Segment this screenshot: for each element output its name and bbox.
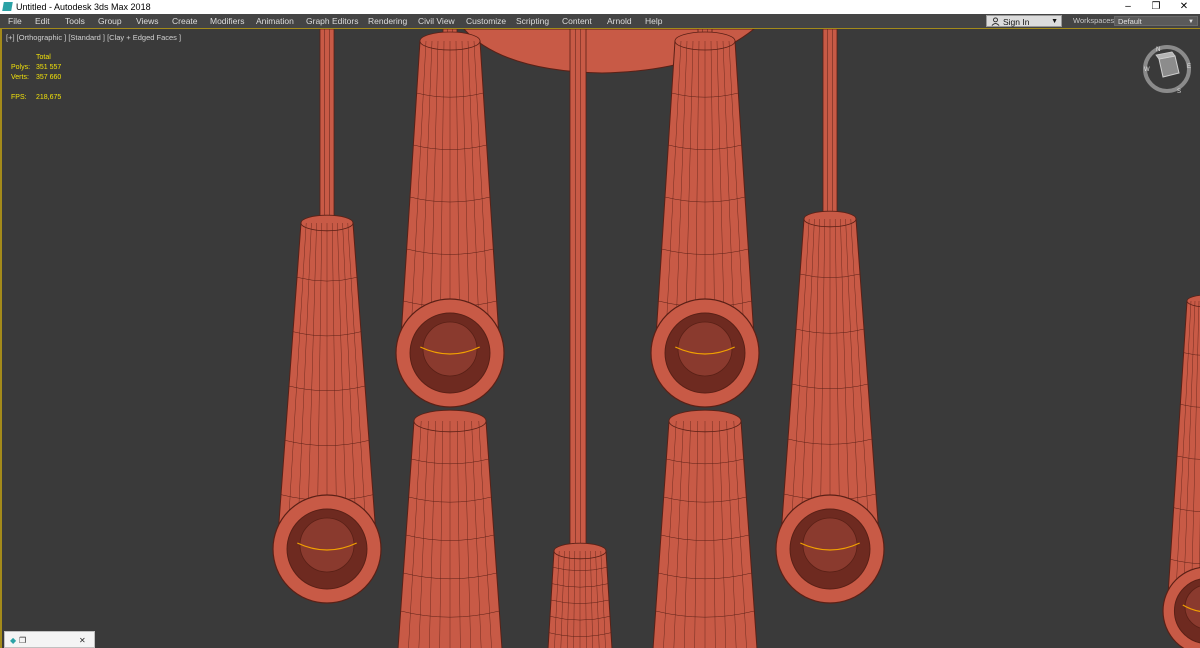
workspaces-value: Default	[1118, 17, 1142, 26]
menu-help[interactable]: Help	[645, 14, 662, 28]
minimize-button[interactable]: –	[1116, 0, 1140, 14]
workspaces-select[interactable]: Default ▼	[1114, 16, 1198, 26]
menu-edit[interactable]: Edit	[35, 14, 50, 28]
menu-modifiers[interactable]: Modifiers	[210, 14, 244, 28]
statistics-overlay: Total Polys: 351 557 Verts: 357 660 FPS:…	[11, 53, 91, 103]
scene-geometry[interactable]	[2, 29, 1200, 648]
sign-in-dropdown[interactable]: Sign In ▼	[986, 15, 1062, 27]
viewport-label[interactable]: [+] [Orthographic ] [Standard ] [Clay + …	[6, 33, 181, 42]
minimized-taskbar: ◆ ❐ ✕	[4, 631, 95, 648]
close-button[interactable]: ✕	[1172, 0, 1196, 14]
suspension-rod[interactable]	[319, 29, 335, 217]
sign-in-label: Sign In	[1003, 17, 1030, 27]
verts-label: Verts:	[11, 74, 29, 81]
perspective-viewport[interactable]: [+] [Orthographic ] [Standard ] [Clay + …	[0, 28, 1200, 648]
suspension-rod[interactable]	[822, 29, 838, 214]
close-icon[interactable]: ✕	[79, 636, 86, 645]
bulb-mesh[interactable]	[422, 321, 478, 377]
suspension-rod[interactable]	[569, 29, 587, 622]
menu-file[interactable]: File	[8, 14, 22, 28]
menu-group[interactable]: Group	[98, 14, 122, 28]
restore-button[interactable]: ❐	[1144, 0, 1168, 14]
title-bar: Untitled - Autodesk 3ds Max 2018 – ❐ ✕	[0, 0, 1200, 14]
stats-header: Total	[36, 54, 51, 61]
menu-civil-view[interactable]: Civil View	[418, 14, 455, 28]
svg-text:N: N	[1156, 47, 1160, 53]
window-title: Untitled - Autodesk 3ds Max 2018	[16, 2, 151, 12]
menu-arnold[interactable]: Arnold	[607, 14, 632, 28]
chevron-down-icon: ▼	[1051, 18, 1058, 25]
menu-views[interactable]: Views	[136, 14, 159, 28]
menu-rendering[interactable]: Rendering	[368, 14, 407, 28]
menu-scripting[interactable]: Scripting	[516, 14, 549, 28]
fps-label: FPS:	[11, 94, 27, 101]
window-icon[interactable]: ❐	[19, 636, 26, 645]
polys-label: Polys:	[11, 64, 31, 71]
menu-customize[interactable]: Customize	[466, 14, 506, 28]
menu-tools[interactable]: Tools	[65, 14, 85, 28]
svg-text:S: S	[1177, 89, 1181, 95]
menu-create[interactable]: Create	[172, 14, 198, 28]
menu-bar: File Edit Tools Group Views Create Modif…	[0, 14, 1200, 28]
bulb-mesh[interactable]	[299, 517, 355, 573]
fps-value: 218,675	[36, 94, 62, 101]
menu-content[interactable]: Content	[562, 14, 592, 28]
viewcube-icon[interactable]: N E S W	[1141, 43, 1193, 95]
workspaces-label: Workspaces:	[1073, 16, 1117, 25]
chevron-down-icon: ▼	[1188, 19, 1194, 25]
menu-animation[interactable]: Animation	[256, 14, 294, 28]
verts-value: 357 660	[36, 74, 62, 81]
max-app-icon	[2, 2, 13, 11]
bulb-mesh[interactable]	[677, 321, 733, 377]
user-icon	[991, 17, 1000, 26]
svg-text:E: E	[1187, 64, 1191, 70]
menu-graph-editors[interactable]: Graph Editors	[306, 14, 358, 28]
bulb-mesh[interactable]	[802, 517, 858, 573]
max-app-icon[interactable]: ◆	[10, 636, 16, 645]
polys-value: 351 557	[36, 64, 62, 71]
svg-text:W: W	[1144, 67, 1150, 73]
